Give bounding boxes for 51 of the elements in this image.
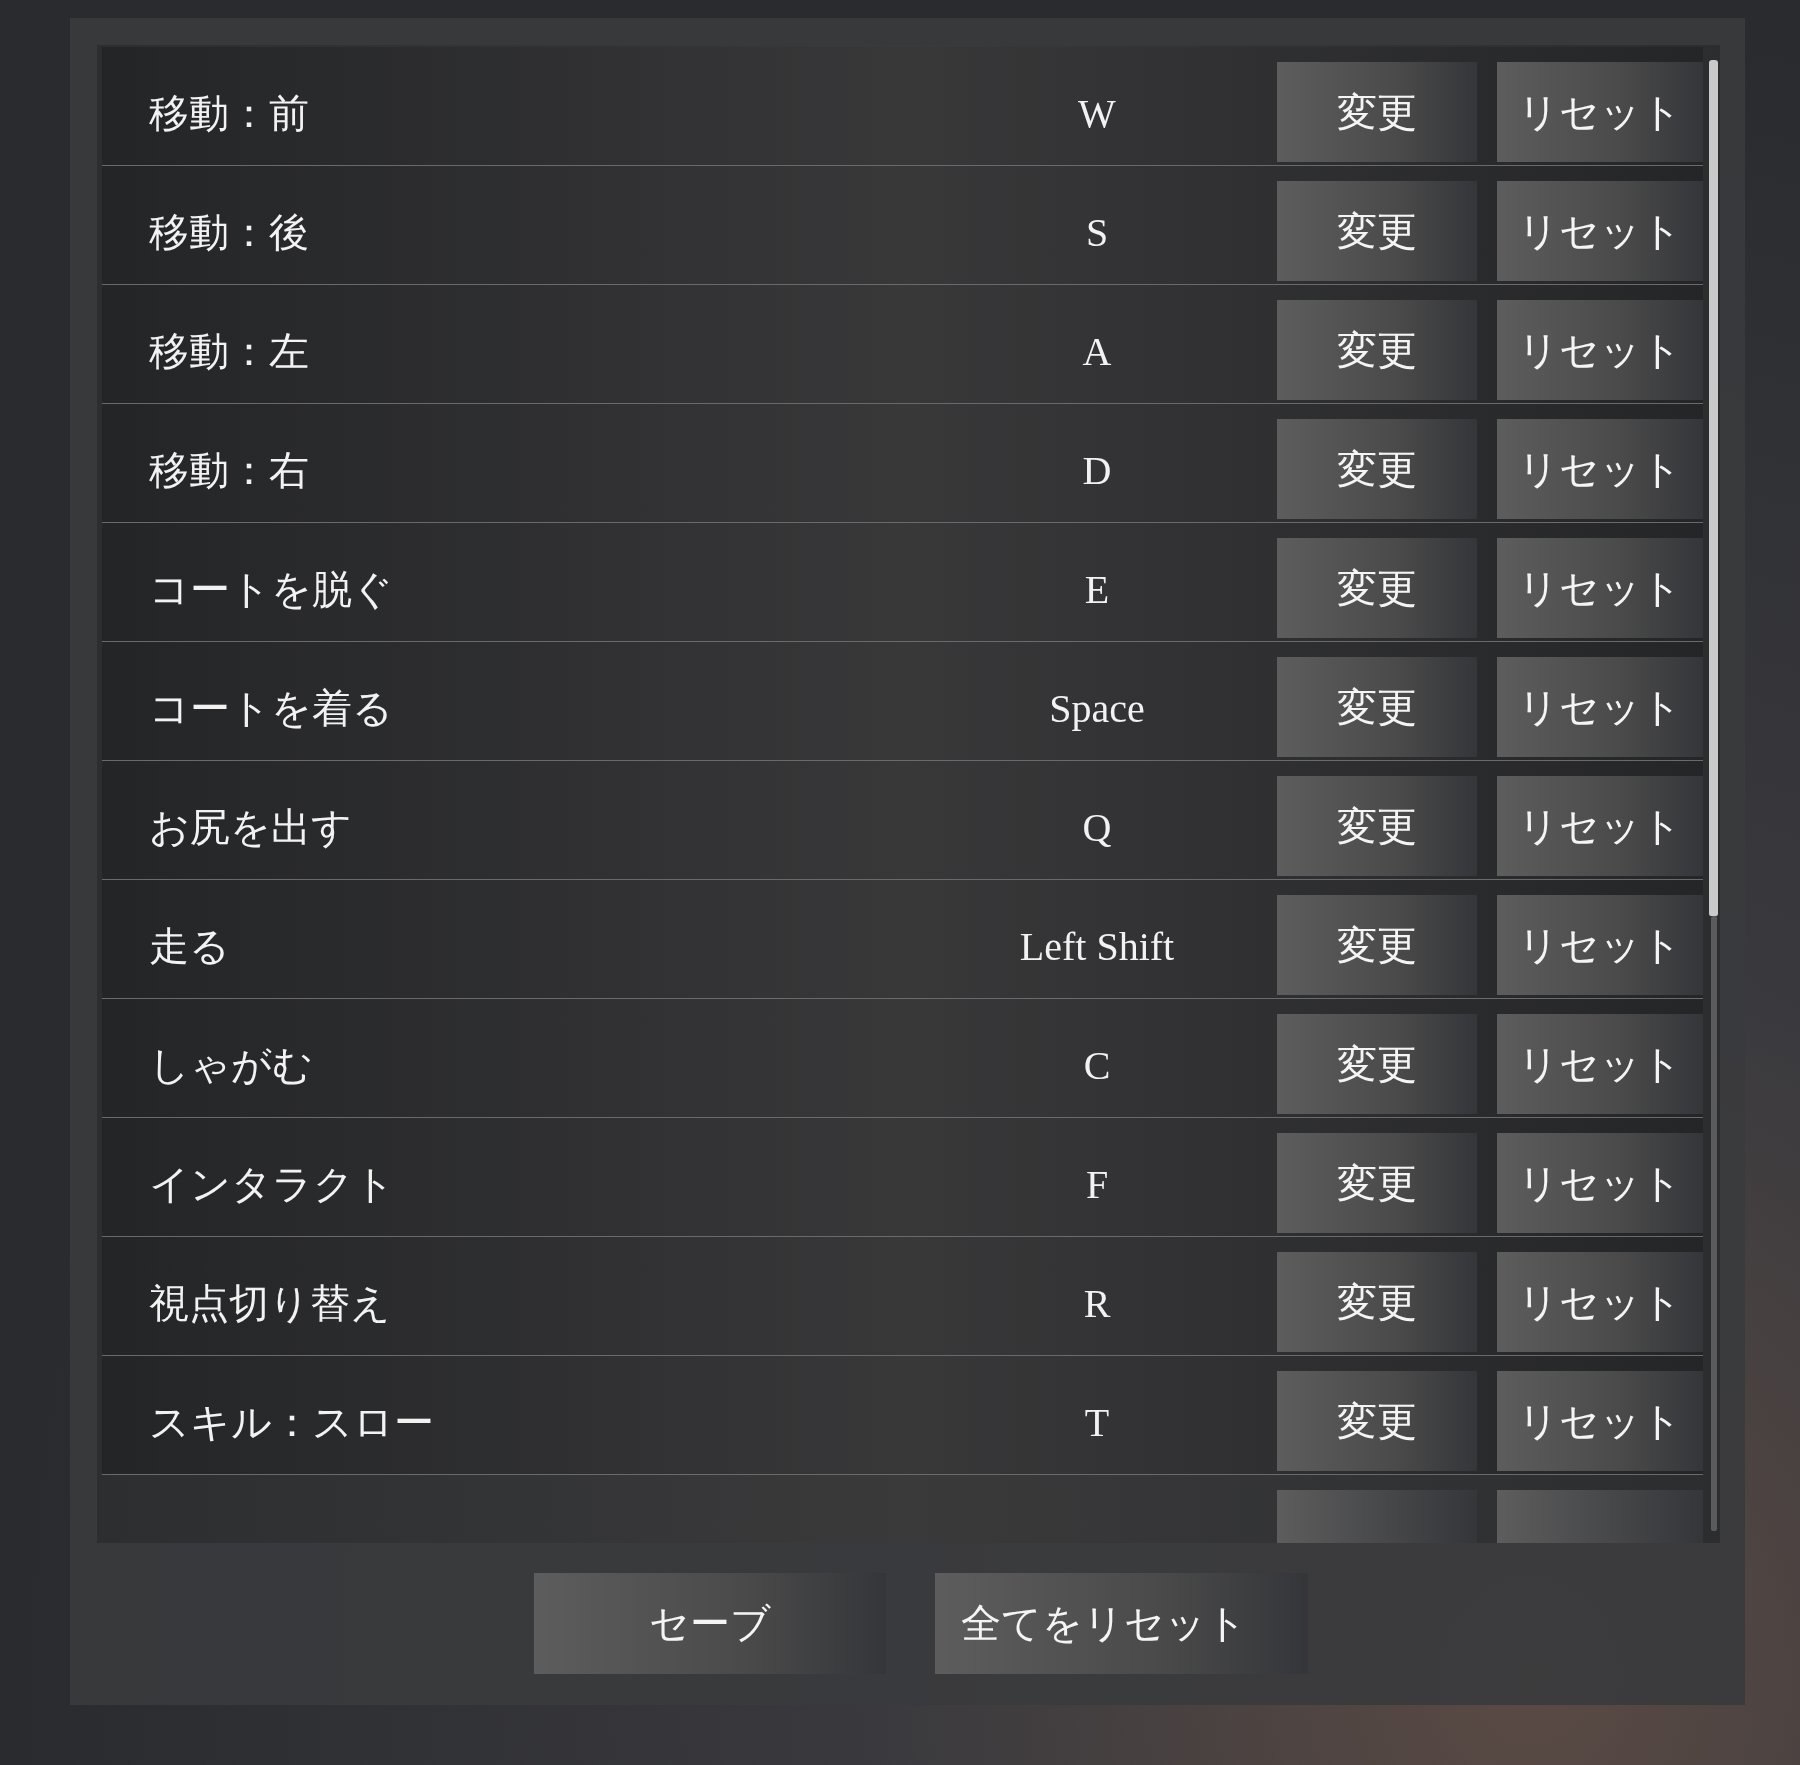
key-label: S <box>1084 209 1110 256</box>
change-button[interactable]: 変更 <box>1277 181 1477 281</box>
reset-button[interactable]: リセット <box>1497 181 1703 281</box>
action-label: 視点切り替え <box>149 1281 391 1326</box>
reset-button[interactable]: リセット <box>1497 895 1703 995</box>
action-label: 移動：右 <box>149 448 309 493</box>
action-label: コートを着る <box>149 686 393 731</box>
change-button[interactable]: 変更 <box>1277 1252 1477 1352</box>
reset-button[interactable]: リセット <box>1497 1252 1703 1352</box>
reset-button[interactable]: リセット <box>1497 419 1703 519</box>
reset-button[interactable]: リセット <box>1497 1133 1703 1233</box>
action-label: お尻を出す <box>149 805 352 850</box>
change-button[interactable]: 変更 <box>1277 419 1477 519</box>
change-button[interactable]: 変更 <box>1277 300 1477 400</box>
key-label: D <box>1081 447 1113 494</box>
key-label: Left Shift <box>1018 923 1176 970</box>
reset-button[interactable]: リセット <box>1497 657 1703 757</box>
key-label: E <box>1083 566 1111 613</box>
change-button[interactable]: 変更 <box>1277 895 1477 995</box>
reset-button[interactable]: リセット <box>1497 1014 1703 1114</box>
key-label: A <box>1081 328 1113 375</box>
change-button[interactable]: 変更 <box>1277 1014 1477 1114</box>
key-label: W <box>1077 90 1117 137</box>
action-label: インタラクト <box>149 1162 395 1207</box>
key-label: Space <box>1048 685 1146 732</box>
change-button[interactable]: 変更 <box>1277 62 1477 162</box>
change-button[interactable]: 変更 <box>1277 657 1477 757</box>
scrollbar-thumb[interactable] <box>1709 60 1718 916</box>
action-label: コートを脱ぐ <box>149 567 393 612</box>
key-label: F <box>1084 1161 1110 1208</box>
change-button[interactable]: 変更 <box>1277 776 1477 876</box>
reset-button[interactable]: リセット <box>1497 62 1703 162</box>
reset-button[interactable]: リセット <box>1497 776 1703 876</box>
action-label: 走る <box>149 924 230 969</box>
action-label: スキル：スロー <box>149 1400 434 1445</box>
action-label: しゃがむ <box>149 1043 313 1088</box>
action-label: 移動：後 <box>149 210 309 255</box>
reset-all-button[interactable]: 全てをリセット <box>935 1573 1308 1674</box>
key-label: R <box>1082 1280 1112 1327</box>
reset-button[interactable]: リセット <box>1497 1371 1703 1471</box>
key-label: C <box>1082 1042 1112 1089</box>
key-label: T <box>1083 1399 1111 1446</box>
change-button[interactable]: 変更 <box>1277 538 1477 638</box>
reset-button[interactable]: リセット <box>1497 538 1703 638</box>
change-button[interactable]: 変更 <box>1277 1133 1477 1233</box>
change-button[interactable]: 変更 <box>1277 1371 1477 1471</box>
save-button[interactable]: セーブ <box>534 1573 886 1674</box>
action-label: 移動：前 <box>149 91 309 136</box>
key-label: Q <box>1081 804 1113 851</box>
action-label: 移動：左 <box>149 329 309 374</box>
reset-button[interactable]: リセット <box>1497 300 1703 400</box>
